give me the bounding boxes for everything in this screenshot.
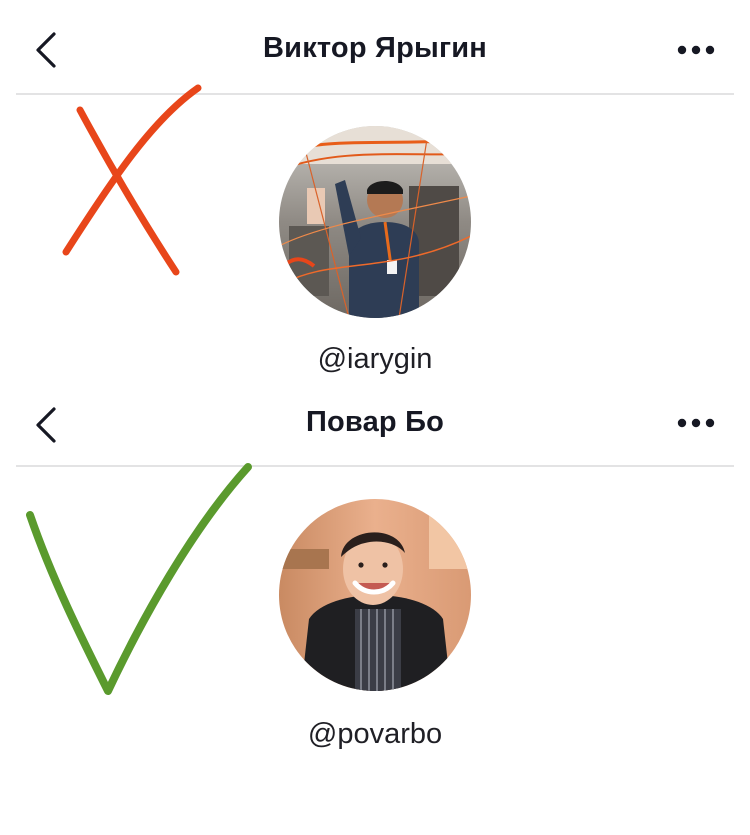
profile-avatar[interactable] (279, 499, 471, 691)
profile-title: Повар Бо (305, 406, 445, 438)
profile-title: Виктор Ярыгин (263, 32, 487, 64)
profile-avatar[interactable] (279, 126, 471, 318)
more-horizontal-icon[interactable] (676, 411, 716, 435)
avatar-photo (279, 499, 471, 691)
profile-header: Повар Бо (0, 385, 750, 467)
more-horizontal-icon[interactable] (676, 38, 716, 62)
check-mark-icon (26, 463, 252, 695)
profile-username: @iarygin (317, 343, 433, 375)
profile-username: @povarbo (307, 718, 443, 750)
profile-panel-iarygin: Виктор Ярыгин @iarygin (0, 0, 750, 385)
avatar-photo (279, 126, 471, 318)
profile-panel-povarbo: Повар Бо @povarbo (0, 385, 750, 835)
cross-mark-icon (62, 84, 202, 276)
